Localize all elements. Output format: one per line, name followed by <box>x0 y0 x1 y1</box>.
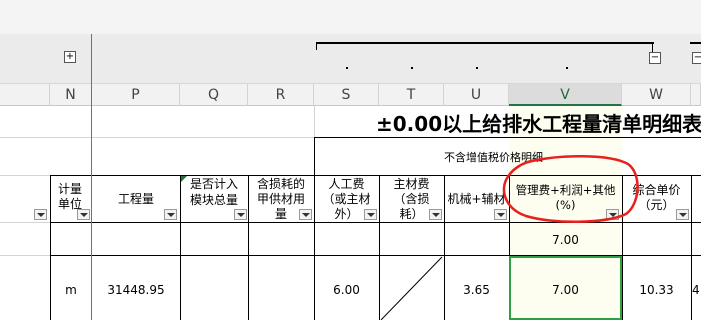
data-cell-labor[interactable]: 6.00 <box>314 283 379 298</box>
cell-border <box>314 137 315 175</box>
gridline <box>314 106 315 137</box>
cell-border <box>691 175 692 320</box>
gridline <box>0 222 50 223</box>
outline-dot <box>476 67 478 69</box>
column-header-p[interactable]: P <box>92 84 180 106</box>
rate-cell-v[interactable]: 7.00 <box>509 233 622 248</box>
filter-dropdown-button[interactable] <box>364 209 377 220</box>
column-header-n[interactable]: N <box>50 84 92 106</box>
column-header-r[interactable]: R <box>248 84 314 106</box>
filter-dropdown-button[interactable] <box>429 209 442 220</box>
filter-dropdown-button[interactable] <box>34 209 47 220</box>
filter-dropdown-button[interactable] <box>234 209 247 220</box>
outline-expand-button[interactable]: + <box>64 51 76 63</box>
column-header-u[interactable]: U <box>444 84 509 106</box>
toolbar-area <box>0 0 701 34</box>
data-cell-unit-price[interactable]: 10.33 <box>622 283 691 298</box>
column-header-v[interactable]: V <box>509 84 622 106</box>
outline-group-line-2 <box>690 42 701 44</box>
filter-dropdown-button[interactable] <box>299 209 312 220</box>
column-header-q[interactable]: Q <box>180 84 248 106</box>
data-cell-machinery[interactable]: 3.65 <box>444 283 509 298</box>
filter-dropdown-button[interactable] <box>77 209 90 220</box>
outline-dot <box>346 67 348 69</box>
outline-group-line <box>316 42 654 44</box>
outline-dot <box>566 67 568 69</box>
header-module-total: 是否计入 模块总量 <box>189 177 238 207</box>
column-header-next[interactable] <box>691 84 701 106</box>
header-quantity: 工程量 <box>117 192 154 206</box>
outline-group-start <box>316 42 317 50</box>
cell-border <box>314 137 701 138</box>
red-annotation-circle <box>502 154 639 224</box>
outline-dot <box>411 67 413 69</box>
column-header-w[interactable]: W <box>622 84 691 106</box>
outline-collapse-button-2[interactable]: − <box>692 52 701 64</box>
column-header-s[interactable]: S <box>314 84 379 106</box>
data-cell-next-partial[interactable]: 4 <box>692 283 701 298</box>
data-cell-quantity[interactable]: 31448.95 <box>92 283 180 298</box>
comment-indicator <box>181 176 187 182</box>
filter-dropdown-button[interactable] <box>676 209 689 220</box>
data-cell-unit[interactable]: m <box>50 283 92 298</box>
outline-collapse-button[interactable]: − <box>649 52 661 64</box>
column-header-corner[interactable] <box>0 84 50 106</box>
gridline <box>0 255 50 256</box>
column-header-t[interactable]: T <box>379 84 444 106</box>
filter-dropdown-button[interactable] <box>164 209 177 220</box>
header-unit: 计量 单位 <box>57 182 82 211</box>
sheet-title: ±0.00以上给排水工程量清单明细表 <box>376 112 701 136</box>
diagonal-slash <box>380 256 443 320</box>
active-cell-selection[interactable] <box>509 256 622 320</box>
freeze-pane-line <box>91 34 92 320</box>
